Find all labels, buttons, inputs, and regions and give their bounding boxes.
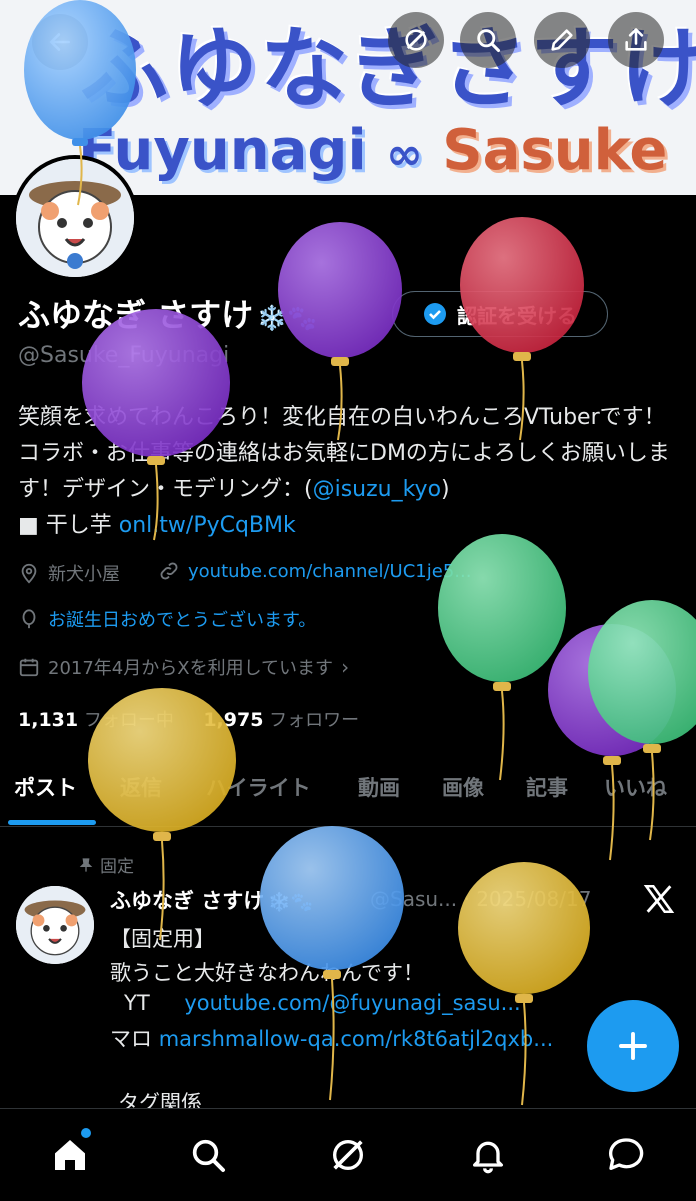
tab-articles[interactable]: 記事	[526, 772, 568, 802]
profile-avatar[interactable]	[12, 155, 138, 281]
location-row: 新犬小屋	[18, 560, 120, 586]
search-button[interactable]	[460, 12, 516, 68]
post-author[interactable]: ふゆなぎ さすけ ❄️🐾	[110, 885, 313, 915]
followers-link[interactable]: 1,975 フォロワー	[203, 709, 360, 731]
chevron-right-icon[interactable]: ›	[341, 655, 349, 679]
birthday-text[interactable]: お誕生日おめでとうございます。	[48, 606, 316, 632]
x-logo	[642, 882, 676, 920]
followers-label: フォロワー	[269, 710, 360, 731]
following-label: フォロー中	[83, 710, 174, 731]
get-verified-label: 認証を受ける	[457, 303, 577, 328]
follow-stats: 1,131 フォロー中 1,975 フォロワー	[18, 706, 359, 732]
back-icon	[49, 33, 70, 51]
tab-likes[interactable]: いいね	[604, 772, 667, 802]
share-button[interactable]	[608, 12, 664, 68]
message-icon	[609, 1138, 644, 1170]
website-link[interactable]: youtube.com/channel/UC1je5...	[188, 561, 471, 582]
profile-name-text: ふゆなぎ さすけ	[18, 296, 254, 334]
avatar-image	[16, 159, 134, 277]
plus-icon	[619, 1032, 647, 1060]
following-count: 1,131	[18, 709, 79, 731]
banner-title-jp: ふゆなぎさすけ	[80, 17, 696, 120]
tab-posts[interactable]: ポスト	[14, 772, 77, 802]
nav-messages[interactable]	[602, 1131, 650, 1179]
bio-line2: ■ 干し芋	[18, 513, 119, 538]
post-line-3-label: YT	[124, 991, 150, 1015]
post-avatar-image	[16, 886, 94, 964]
tab-images[interactable]: 画像	[442, 772, 484, 802]
tab-replies[interactable]: 返信	[120, 772, 162, 802]
following-link[interactable]: 1,131 フォロー中	[18, 709, 174, 731]
calendar-icon	[19, 658, 39, 677]
post-line-2: 歌うこと大好きなわんわんです！	[110, 961, 424, 985]
followers-count: 1,975	[203, 709, 264, 731]
nav-home[interactable]	[46, 1131, 94, 1179]
nav-search[interactable]	[184, 1131, 232, 1179]
profile-name: ふゆなぎ さすけ ❄️🐾	[18, 290, 317, 336]
banner-title-en-b: Sasuke	[442, 118, 668, 183]
post-author-name: ふゆなぎ さすけ	[110, 889, 265, 913]
post-author-emoji: ❄️🐾	[268, 892, 314, 913]
search-icon	[192, 1139, 225, 1172]
nav-notifications[interactable]	[464, 1131, 512, 1179]
grok-icon	[405, 29, 427, 51]
pinned-indicator: 固定	[78, 852, 134, 877]
website-row[interactable]: youtube.com/channel/UC1je5...	[158, 560, 471, 582]
pinned-label: 固定	[100, 857, 134, 877]
grok-button[interactable]	[388, 12, 444, 68]
nav-grok[interactable]	[324, 1131, 372, 1179]
post-marshmallow-link[interactable]: marshmallow-qa.com/rk8t6atjl2qxb...	[159, 1027, 554, 1051]
tab-videos[interactable]: 動画	[358, 772, 400, 802]
tab-highlights[interactable]: ハイライト	[206, 772, 311, 802]
post-handle-date: @Sasu... · 2025/08/17	[370, 887, 592, 911]
compose-post-button[interactable]	[587, 1000, 679, 1092]
birthday-row: お誕生日おめでとうございます。	[18, 606, 316, 632]
profile-handle: @Sasuke_Fuyunagi	[18, 343, 230, 368]
profile-bio: 笑顔を求めてわんころり！変化自在の白いわんころVTuberです！コラボ・お仕事等…	[18, 400, 678, 544]
post-avatar[interactable]	[16, 886, 94, 964]
post-line-3: YT youtube.com/@fuyunagi_sasu...	[124, 991, 521, 1015]
search-icon	[477, 29, 501, 53]
grok-icon	[333, 1140, 363, 1170]
verified-badge-icon	[424, 303, 446, 325]
edit-icon	[551, 29, 573, 51]
post-youtube-link[interactable]: youtube.com/@fuyunagi_sasu...	[184, 991, 520, 1015]
banner-title-en-a: Fuyunagi	[78, 118, 367, 183]
back-button[interactable]	[32, 14, 88, 70]
banner-title-en: Fuyunagi ∞ Sasuke	[78, 118, 667, 183]
post-line-4-label: マロ	[110, 1027, 152, 1051]
tab-active-indicator	[8, 820, 96, 825]
joined-row: 2017年4月からXを利用しています ›	[18, 654, 349, 680]
home-icon	[55, 1140, 85, 1170]
bio-text-end: )	[441, 477, 450, 502]
post-line-4: マロ marshmallow-qa.com/rk8t6atjl2qxb...	[110, 1023, 553, 1053]
profile-tabs: ポスト 返信 ハイライト 動画 画像 記事 いいね	[0, 766, 696, 827]
bone-icon: ∞	[386, 129, 423, 180]
pin-icon	[79, 857, 93, 872]
joined-text: 2017年4月からXを利用しています	[48, 658, 334, 679]
bio-link[interactable]: onl.tw/PyCqBMk	[119, 513, 296, 538]
home-unread-dot	[81, 1128, 91, 1138]
link-icon	[160, 562, 178, 580]
location-text: 新犬小屋	[48, 564, 120, 585]
bio-mention-link[interactable]: @isuzu_kyo	[313, 477, 441, 502]
name-emoji: ❄️🐾	[257, 304, 317, 332]
bottom-navigation	[0, 1108, 696, 1201]
balloon-icon	[22, 609, 36, 629]
share-icon	[625, 28, 647, 51]
edit-button[interactable]	[534, 12, 590, 68]
post-line-1: 【固定用】	[110, 927, 215, 951]
bell-icon	[473, 1141, 503, 1174]
get-verified-button[interactable]: 認証を受ける	[392, 291, 608, 337]
location-icon	[21, 563, 37, 584]
